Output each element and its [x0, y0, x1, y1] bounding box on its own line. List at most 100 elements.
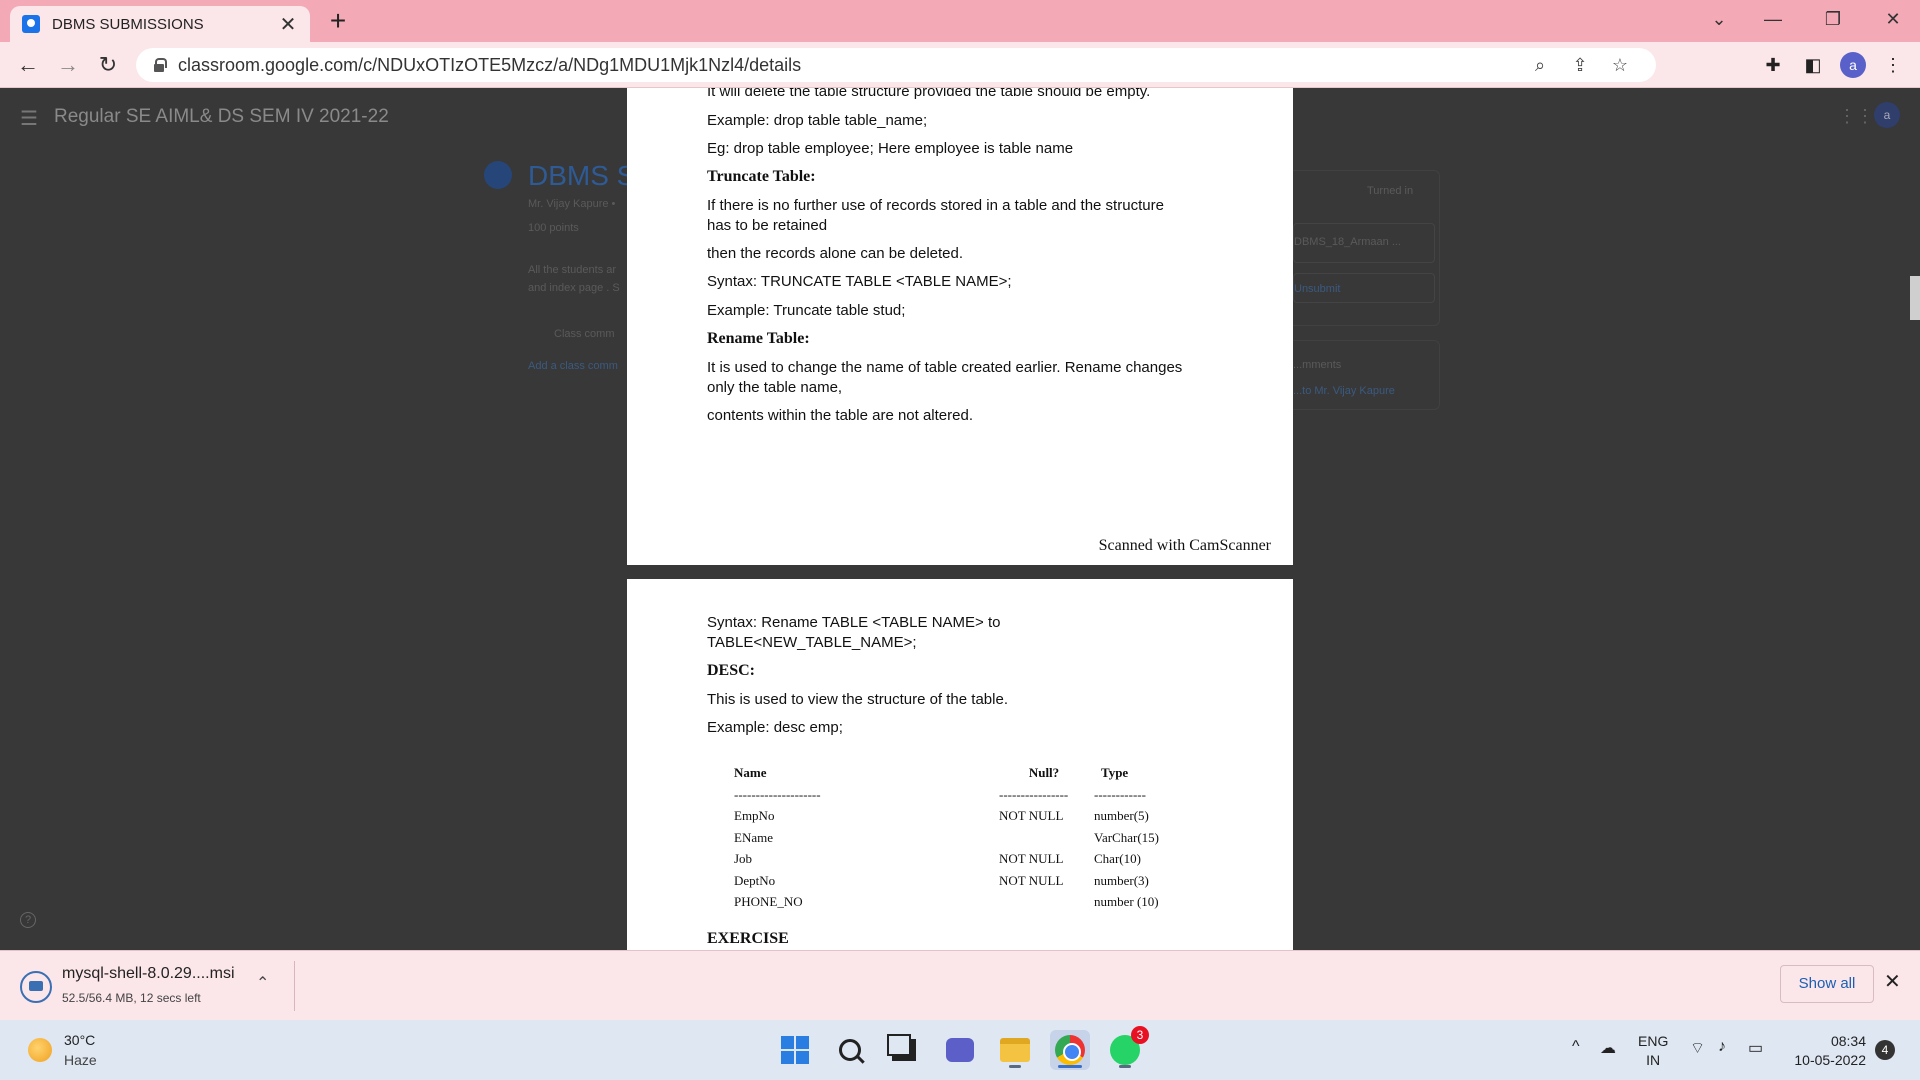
share-icon[interactable]: ⇪ — [1560, 55, 1600, 76]
active-indicator — [1058, 1065, 1082, 1068]
table-header: Name — [734, 765, 767, 780]
new-tab-button[interactable]: + — [322, 6, 354, 36]
doc-heading: Truncate Table: — [707, 168, 816, 185]
table-cell: number(5) — [1094, 808, 1149, 823]
search-button[interactable] — [830, 1030, 870, 1070]
whatsapp-button[interactable]: 3 — [1105, 1026, 1149, 1070]
table-cell — [999, 891, 1089, 913]
account-avatar: a — [1874, 102, 1900, 128]
table-dashes: ---------------- — [999, 786, 1069, 802]
teams-icon — [946, 1038, 974, 1062]
turned-in-status: Turned in — [1367, 185, 1414, 197]
doc-heading: EXERCISE — [707, 930, 789, 947]
url-text[interactable]: classroom.google.com/c/NDUxOTIzOTE5Mzcz/… — [178, 55, 1520, 76]
document-page-2: Syntax: Rename TABLE <TABLE NAME> to TAB… — [627, 579, 1293, 950]
unread-badge: 3 — [1131, 1026, 1149, 1044]
chrome-button[interactable] — [1050, 1030, 1090, 1070]
battery-icon[interactable]: ▭ — [1748, 1038, 1763, 1058]
download-filename[interactable]: mysql-shell-8.0.29....msi — [62, 965, 235, 983]
document-page-1: It will delete the table structure provi… — [627, 88, 1293, 565]
doc-line: Example: drop table table_name; — [707, 112, 928, 129]
table-cell: number (10) — [1094, 894, 1159, 909]
tab-search-chevron-icon[interactable]: ⌄ — [1692, 0, 1746, 40]
forward-button[interactable]: → — [52, 50, 84, 80]
installer-file-icon[interactable] — [20, 971, 52, 1003]
table-header: Type — [1101, 765, 1129, 780]
close-download-bar-icon[interactable]: ✕ — [1884, 969, 1901, 994]
task-view-icon — [887, 1034, 916, 1061]
desc-table-type-column: Type ------------ number(5) VarChar(15) … — [1094, 762, 1194, 913]
extensions-puzzle-icon[interactable]: ✚ — [1758, 50, 1788, 80]
doc-line: This is used to view the structure of th… — [707, 691, 1008, 708]
table-cell: DeptNo — [734, 872, 776, 888]
lock-icon[interactable] — [152, 58, 167, 72]
doc-line: It is used to change the name of table c… — [707, 359, 1183, 396]
teams-chat-button[interactable] — [940, 1030, 980, 1070]
input-language[interactable]: ENG IN — [1638, 1032, 1668, 1070]
table-cell — [999, 827, 1089, 849]
table-dashes: -------------------- — [734, 786, 821, 802]
time: 08:34 — [1830, 1033, 1866, 1049]
private-comments-card: ...mments ...to Mr. Vijay Kapure — [1270, 340, 1440, 410]
zoom-icon[interactable]: ⌕ — [1520, 55, 1560, 76]
running-indicator — [1119, 1065, 1131, 1068]
camscanner-watermark: Scanned with CamScanner — [1098, 537, 1271, 554]
tab-strip: DBMS SUBMISSIONS ✕ + ⌄ — ❐ ✕ — [0, 0, 1920, 42]
desc-table-null-column: Null? ---------------- NOT NULL NOT NULL… — [999, 762, 1089, 913]
onedrive-cloud-icon[interactable]: ☁ — [1600, 1038, 1616, 1058]
table-cell: EName — [734, 829, 773, 845]
browser-tab[interactable]: DBMS SUBMISSIONS ✕ — [10, 6, 310, 42]
doc-heading: DESC: — [707, 662, 756, 679]
class-title: Regular SE AIML& DS SEM IV 2021-22 — [54, 106, 389, 127]
address-bar[interactable]: classroom.google.com/c/NDUxOTIzOTE5Mzcz/… — [136, 48, 1656, 82]
volume-icon[interactable]: ♪ — [1718, 1038, 1726, 1056]
profile-avatar[interactable]: a — [1840, 52, 1866, 78]
reload-button[interactable]: ↻ — [92, 50, 124, 80]
doc-line: Eg: drop table employee; Here employee i… — [707, 140, 1074, 157]
back-button[interactable]: ← — [12, 50, 44, 80]
tab-close-icon[interactable]: ✕ — [278, 12, 298, 37]
private-comments-label: ...mments — [1293, 359, 1342, 371]
weather-temperature[interactable]: 30°C — [64, 1032, 95, 1048]
your-work-card: Turned in DBMS_18_Armaan ... Unsubmit — [1270, 170, 1440, 326]
teacher-name: Mr. Vijay Kapure • — [528, 198, 616, 210]
side-panel-icon[interactable]: ◧ — [1798, 50, 1828, 80]
start-button[interactable] — [775, 1030, 815, 1070]
doc-line: Syntax: TRUNCATE TABLE <TABLE NAME>; — [707, 273, 1012, 290]
table-cell: number(3) — [1094, 872, 1149, 888]
bookmark-star-icon[interactable]: ☆ — [1600, 55, 1640, 76]
doc-line: If there is no further use of records st… — [707, 197, 1164, 234]
show-hidden-icons-chevron-icon[interactable]: ^ — [1572, 1038, 1580, 1056]
region-code: IN — [1646, 1052, 1661, 1068]
restore-button[interactable]: ❐ — [1806, 0, 1860, 40]
chrome-icon — [1055, 1035, 1085, 1065]
chevron-up-icon[interactable]: ⌃ — [256, 973, 269, 993]
file-explorer-button[interactable] — [995, 1030, 1035, 1070]
wifi-icon[interactable]: ⌔ — [1690, 1038, 1705, 1058]
doc-line: Syntax: Rename TABLE <TABLE NAME> to TAB… — [707, 614, 1001, 651]
tab-title: DBMS SUBMISSIONS — [52, 15, 204, 33]
table-cell: EmpNo — [734, 808, 775, 823]
attachment-chip: DBMS_18_Armaan ... — [1293, 223, 1435, 263]
task-view-button[interactable] — [884, 1030, 924, 1070]
window-close-button[interactable]: ✕ — [1866, 0, 1920, 40]
windows-logo-icon — [781, 1036, 809, 1064]
clock[interactable]: 08:34 10-05-2022 — [1790, 1032, 1866, 1070]
download-bar: mysql-shell-8.0.29....msi 52.5/56.4 MB, … — [0, 950, 1920, 1020]
minimize-button[interactable]: — — [1746, 0, 1800, 40]
folder-icon — [1000, 1038, 1030, 1062]
doc-line: Example: desc emp; — [707, 719, 843, 736]
page-scrollbar[interactable] — [1910, 276, 1920, 320]
menu-kebab-icon[interactable]: ⋮ — [1878, 50, 1908, 80]
weather-description[interactable]: Haze — [64, 1052, 97, 1068]
weather-haze-icon[interactable] — [28, 1038, 52, 1062]
notification-count-badge[interactable]: 4 — [1875, 1040, 1895, 1060]
show-all-button[interactable]: Show all — [1780, 965, 1874, 1003]
doc-line: Example: Truncate table stud; — [707, 302, 906, 319]
unsubmit-button: Unsubmit — [1293, 273, 1435, 303]
classroom-favicon-icon — [22, 15, 40, 33]
table-cell: NOT NULL — [999, 808, 1064, 823]
table-cell: NOT NULL — [999, 851, 1064, 866]
date: 10-05-2022 — [1794, 1052, 1866, 1068]
table-cell: Char(10) — [1094, 851, 1141, 866]
